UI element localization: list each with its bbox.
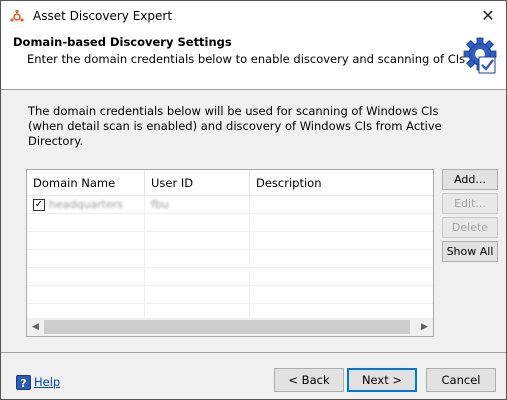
cancel-button[interactable]: Cancel (426, 368, 496, 392)
help-link[interactable]: Help (34, 375, 60, 389)
domain-name-value: headquarters (49, 198, 124, 211)
close-button[interactable]: ✕ (474, 3, 502, 29)
gear-check-icon (463, 37, 497, 74)
description-cell (250, 196, 433, 214)
row-checkbox[interactable]: ✓ (33, 199, 45, 211)
list-header: Domain Name User ID Description (27, 170, 433, 196)
list-rows: ✓ headquarters fbu (27, 196, 433, 322)
credentials-list[interactable]: Domain Name User ID Description ✓ headqu… (26, 169, 434, 337)
page-subtitle: Enter the domain credentials below to en… (27, 52, 466, 66)
delete-button[interactable]: Delete (442, 217, 498, 238)
add-button[interactable]: Add... (442, 169, 498, 190)
app-logo-icon (10, 9, 24, 22)
wizard-footer: ? Help < Back Next > Cancel (1, 353, 506, 399)
show-all-button[interactable]: Show All (442, 241, 498, 262)
help-icon[interactable]: ? (16, 375, 31, 390)
back-button[interactable]: < Back (274, 368, 344, 392)
next-button[interactable]: Next > (347, 368, 417, 392)
title-bar: Asset Discovery Expert ✕ (1, 1, 506, 31)
empty-row (27, 268, 433, 286)
content-panel: The domain credentials below will be use… (1, 90, 506, 352)
wizard-window: Asset Discovery Expert ✕ Domain-based Di… (0, 0, 507, 400)
scroll-thumb[interactable] (44, 320, 410, 334)
empty-row (27, 286, 433, 304)
user-id-cell: fbu (145, 196, 250, 214)
description-text: The domain credentials below will be use… (28, 104, 442, 148)
page-title: Domain-based Discovery Settings (13, 35, 232, 49)
empty-row (27, 232, 433, 250)
wizard-header: Domain-based Discovery Settings Enter th… (1, 31, 506, 90)
close-icon: ✕ (481, 6, 495, 25)
scroll-left-icon[interactable]: ◀ (27, 318, 44, 336)
column-user-id[interactable]: User ID (145, 170, 250, 196)
column-description[interactable]: Description (250, 170, 433, 196)
empty-row (27, 250, 433, 268)
horizontal-scrollbar[interactable]: ◀ ▶ (27, 318, 433, 336)
table-row[interactable]: ✓ headquarters fbu (27, 196, 433, 214)
window-title: Asset Discovery Expert (33, 9, 173, 23)
user-id-value: fbu (151, 198, 169, 211)
empty-row (27, 214, 433, 232)
edit-button[interactable]: Edit... (442, 193, 498, 214)
column-domain-name[interactable]: Domain Name (27, 170, 145, 196)
scroll-right-icon[interactable]: ▶ (416, 318, 433, 336)
domain-cell: ✓ headquarters (27, 196, 145, 214)
